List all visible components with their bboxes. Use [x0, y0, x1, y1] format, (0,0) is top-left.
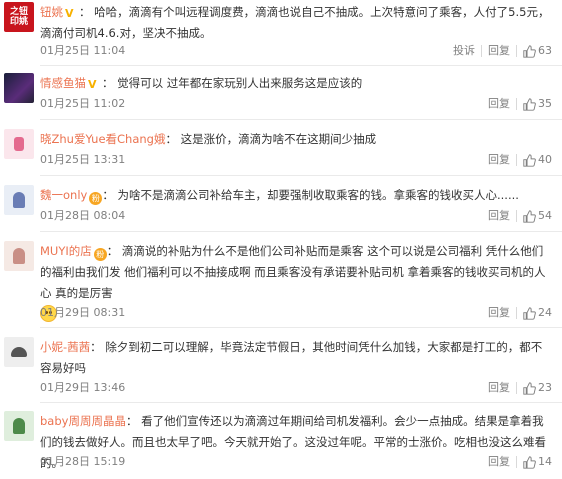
like-button[interactable]: 14	[517, 453, 552, 471]
comment-username[interactable]: 魏一only	[40, 188, 87, 202]
thumbs-up-icon	[523, 153, 536, 167]
comment-meta: 01月28日 08:04 回复 54	[40, 207, 562, 225]
comment-username[interactable]: MUYI的店	[40, 244, 92, 258]
comment-text-block: 小妮-茜茜： 除夕到初二可以理解，毕竟法定节假日，其他时间凭什么加钱，大家都是打…	[40, 340, 543, 375]
like-button[interactable]: 35	[517, 95, 552, 113]
avatar[interactable]	[4, 73, 34, 103]
report-button[interactable]: 投诉	[447, 42, 481, 60]
avatar-figure	[13, 248, 25, 264]
avatar-figure	[13, 418, 25, 434]
reply-button[interactable]: 回复	[482, 379, 516, 397]
comment-body: 为啥不是滴滴公司补给车主，却要强制收取乘客的钱。拿乘客的钱收买人心......	[117, 188, 519, 202]
comment-body: 这是涨价，滴滴为啥不在这期间少抽成	[180, 132, 377, 146]
verified-v-icon: V	[65, 7, 74, 20]
comment-divider	[40, 402, 562, 403]
comment-body: 觉得可以 过年都在家玩别人出来服务这是应该的	[117, 76, 363, 90]
comment-divider	[40, 119, 562, 120]
comment-actions: 回复 14	[482, 453, 552, 471]
comment-meta: 01月28日 15:19 回复 14	[40, 453, 562, 471]
comment-username[interactable]: 钮姚	[40, 5, 63, 19]
thumbs-up-icon	[523, 44, 536, 58]
avatar[interactable]	[4, 411, 34, 441]
comment-time: 01月28日 08:04	[40, 209, 126, 222]
comment-text-block: 晓Zhu爱Yue看Chang娥： 这是涨价，滴滴为啥不在这期间少抽成	[40, 132, 377, 146]
comment-text-block: 魏一only 粉： 为啥不是滴滴公司补给车主，却要强制收取乘客的钱。拿乘客的钱收买…	[40, 188, 519, 205]
like-count: 54	[538, 209, 552, 222]
comment-divider	[40, 65, 562, 66]
comment-body: 除夕到初二可以理解，毕竟法定节假日，其他时间凭什么加钱，大家都是打工的，都不容易…	[40, 340, 543, 375]
thumbs-up-icon	[523, 97, 536, 111]
avatar-figure	[11, 347, 27, 357]
avatar-figure	[14, 137, 24, 151]
comment-username[interactable]: 晓Zhu爱Yue看Chang娥	[40, 132, 165, 146]
like-count: 40	[538, 153, 552, 166]
comment-actions: 回复 24	[482, 304, 552, 322]
like-button[interactable]: 63	[517, 42, 552, 60]
thumbs-up-icon	[523, 209, 536, 223]
comment-actions: 回复 54	[482, 207, 552, 225]
like-count: 23	[538, 381, 552, 394]
comment-text-block: 情感鱼猫 V： 觉得可以 过年都在家玩别人出来服务这是应该的	[40, 76, 363, 91]
like-count: 63	[538, 44, 552, 57]
like-button[interactable]: 40	[517, 151, 552, 169]
comment-actions: 回复 40	[482, 151, 552, 169]
avatar[interactable]	[4, 129, 34, 159]
comment-actions: 回复 35	[482, 95, 552, 113]
avatar[interactable]: 之钮印姚	[4, 2, 34, 32]
comment-time: 01月25日 11:02	[40, 97, 126, 110]
comment-username[interactable]: 小妮-茜茜	[40, 340, 90, 354]
avatar-seal-text: 之钮印姚	[9, 7, 28, 27]
comment-time: 01月25日 13:31	[40, 153, 126, 166]
comment-time: 01月29日 13:46	[40, 381, 126, 394]
reply-button[interactable]: 回复	[482, 42, 516, 60]
reply-button[interactable]: 回复	[482, 453, 516, 471]
comment-divider	[40, 231, 562, 232]
like-button[interactable]: 54	[517, 207, 552, 225]
comment-username[interactable]: baby周周周晶晶	[40, 414, 126, 428]
comment-username[interactable]: 情感鱼猫	[40, 76, 86, 90]
thumbs-up-icon	[523, 455, 536, 469]
reply-button[interactable]: 回复	[482, 207, 516, 225]
comment-text-block: 钮姚 V： 哈哈，滴滴有个叫远程调度费，滴滴也说自己不抽成。上次特意问了乘客，人付…	[40, 5, 550, 40]
verified-v-icon: V	[88, 78, 97, 91]
comment-time: 01月25日 11:04	[40, 44, 126, 57]
avatar[interactable]	[4, 241, 34, 271]
comment-meta: 01月29日 08:31 回复 24	[40, 304, 562, 322]
comment-meta: 01月29日 13:46 回复 23	[40, 379, 562, 397]
comment-time: 01月29日 08:31	[40, 306, 126, 319]
comment-meta: 01月25日 11:04 投诉 回复 63	[40, 42, 562, 60]
reply-button[interactable]: 回复	[482, 151, 516, 169]
comment-actions: 回复 23	[482, 379, 552, 397]
like-button[interactable]: 23	[517, 379, 552, 397]
avatar-figure	[13, 192, 25, 208]
comment-divider	[40, 175, 562, 176]
like-count: 14	[538, 455, 552, 468]
avatar[interactable]	[4, 185, 34, 215]
reply-button[interactable]: 回复	[482, 95, 516, 113]
comment-meta: 01月25日 13:31 回复 40	[40, 151, 562, 169]
thumbs-up-icon	[523, 381, 536, 395]
comment-actions: 投诉 回复 63	[447, 42, 552, 60]
comment-divider	[40, 327, 562, 328]
comment-meta: 01月25日 11:02 回复 35	[40, 95, 562, 113]
like-count: 24	[538, 306, 552, 319]
reply-button[interactable]: 回复	[482, 304, 516, 322]
avatar[interactable]	[4, 337, 34, 367]
comment-time: 01月28日 15:19	[40, 455, 126, 468]
like-count: 35	[538, 97, 552, 110]
thumbs-up-icon	[523, 306, 536, 320]
fan-badge-icon: 粉	[89, 192, 103, 205]
fan-badge-icon: 粉	[93, 248, 107, 261]
like-button[interactable]: 24	[517, 304, 552, 322]
comment-body: 哈哈，滴滴有个叫远程调度费，滴滴也说自己不抽成。上次特意问了乘客，人付了5.5元…	[40, 5, 550, 40]
